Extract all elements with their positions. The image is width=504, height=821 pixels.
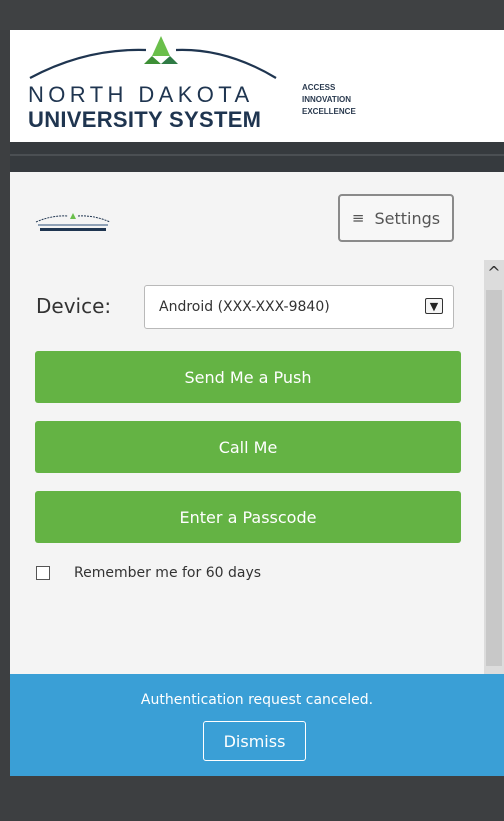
- dismiss-button[interactable]: Dismiss: [203, 721, 306, 761]
- scroll-up-chevron-icon[interactable]: ^: [486, 258, 502, 288]
- mini-ndus-logo: [35, 213, 111, 231]
- settings-button[interactable]: ≡ Settings: [338, 194, 454, 242]
- header-divider-line: [10, 154, 504, 156]
- hamburger-icon: ≡: [351, 209, 365, 227]
- remember-me-row: Remember me for 60 days: [36, 565, 261, 581]
- device-label: Device:: [36, 294, 112, 318]
- top-strip: [0, 0, 504, 30]
- chevron-down-icon: ▼: [425, 298, 443, 314]
- enter-passcode-button[interactable]: Enter a Passcode: [35, 491, 461, 543]
- logo-tagline: ACCESS INNOVATION EXCELLENCE: [302, 82, 356, 118]
- send-push-button[interactable]: Send Me a Push: [35, 351, 461, 403]
- status-message: Authentication request canceled.: [140, 692, 374, 708]
- remember-me-label: Remember me for 60 days: [74, 565, 262, 581]
- auth-panel: ≡ Settings ^ Device: Android (XXX-XXX-98…: [10, 172, 504, 674]
- scrollbar-thumb[interactable]: [486, 290, 502, 666]
- tagline-excellence: EXCELLENCE: [302, 107, 356, 116]
- header-divider: [10, 142, 504, 172]
- device-select[interactable]: Android (XXX-XXX-9840) ▼: [144, 285, 454, 329]
- logo-text-line1: NORTH DAKOTA: [28, 82, 254, 107]
- logo-text-line2: UNIVERSITY SYSTEM: [28, 107, 262, 132]
- tagline-innovation: INNOVATION: [302, 95, 352, 104]
- call-me-button[interactable]: Call Me: [35, 421, 461, 473]
- remember-me-checkbox[interactable]: [36, 566, 50, 580]
- device-selected-value: Android (XXX-XXX-9840): [159, 299, 330, 315]
- tagline-access: ACCESS: [302, 83, 336, 92]
- settings-label: Settings: [374, 208, 441, 228]
- brand-header: NORTH DAKOTA UNIVERSITY SYSTEM ACCESS IN…: [10, 30, 504, 144]
- status-notice-bar: Authentication request canceled. Dismiss: [10, 674, 504, 776]
